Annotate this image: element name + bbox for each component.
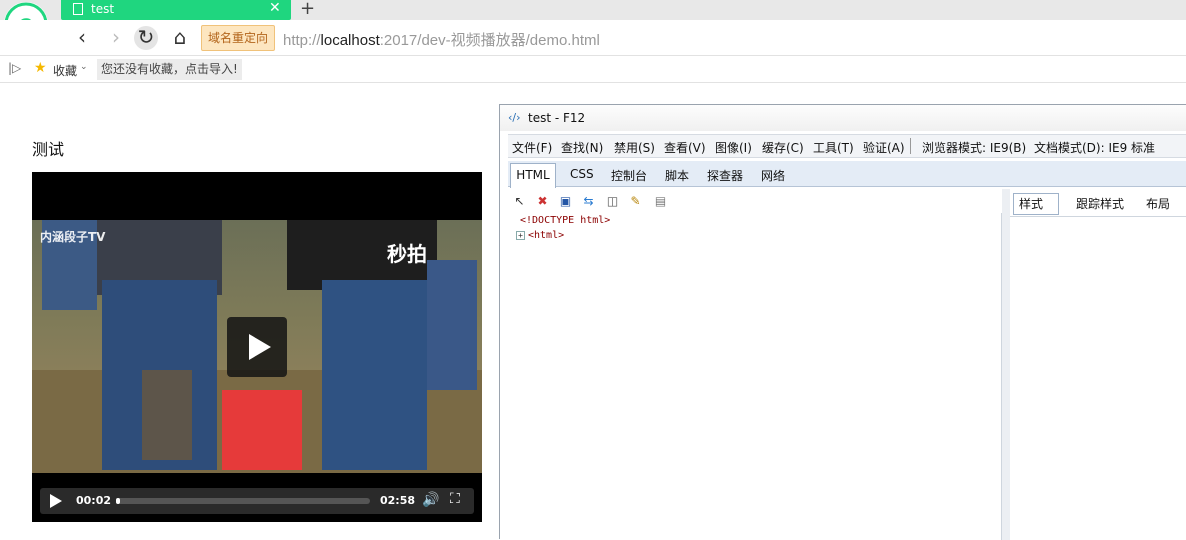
total-time: 02:58 (380, 494, 416, 507)
menu-view[interactable]: 查看(V) (664, 139, 706, 156)
browser-tab-active[interactable]: test ✕ (61, 0, 291, 20)
domain-redirect-badge[interactable]: 域名重定向 (201, 25, 276, 51)
tab-close-icon[interactable]: ✕ (269, 0, 281, 16)
watermark-right: 秒拍 (387, 242, 427, 266)
address-bar-row: ‹ › ↻ ⌂ 域名重定向 http://localhost:2017/dev-… (0, 20, 1186, 56)
play-icon[interactable] (50, 494, 62, 508)
clear-icon[interactable]: ✖ (535, 194, 550, 209)
back-button[interactable]: ‹ (70, 26, 94, 50)
url-field[interactable]: http://localhost:2017/dev-视频播放器/demo.htm… (283, 29, 600, 50)
menu-file[interactable]: 文件(F) (512, 139, 552, 156)
video-controls: 00:02 02:58 🔊 ⛶ (40, 488, 474, 514)
forward-button[interactable]: › (104, 26, 128, 50)
tree-node-html-label: <html> (528, 230, 565, 241)
tab-console[interactable]: 控制台 (611, 167, 647, 184)
url-host: localhost (320, 32, 380, 49)
fullscreen-icon[interactable]: ⛶ (450, 491, 460, 507)
devtools-window: ‹/› test - F12 文件(F) 查找(N) 禁用(S) 查看(V) 图… (499, 104, 1186, 540)
menu-validate[interactable]: 验证(A) (863, 139, 905, 156)
tab-title: test (91, 2, 115, 16)
new-tab-button[interactable]: + (300, 0, 315, 19)
video-player[interactable]: 内涵段子TV 秒拍 00:02 02:58 🔊 ⛶ (32, 172, 482, 522)
devtools-toolbar: ↖ ✖ ▣ ⇆ ◫ ✎ ▤ (508, 189, 1002, 213)
tab-html[interactable]: HTML (510, 163, 556, 188)
home-button[interactable]: ⌂ (168, 26, 192, 50)
url-scheme: http:// (283, 32, 321, 49)
tree-node-doctype[interactable]: <!DOCTYPE html> (520, 215, 610, 226)
devtools-tabbar: HTML CSS 控制台 脚本 探查器 网络 (508, 161, 1186, 188)
tab-network[interactable]: 网络 (761, 167, 785, 184)
edit-icon[interactable]: ✎ (628, 194, 643, 209)
tab-styles[interactable]: 样式 (1013, 193, 1059, 215)
bookmark-bar: |▷ ★ 收藏 ⌄ 您还没有收藏，点击导入! (0, 57, 1186, 83)
save-icon[interactable]: ▣ (558, 194, 573, 209)
current-time: 00:02 (76, 494, 112, 507)
chevron-down-icon[interactable]: ⌄ (80, 62, 88, 72)
progress-fill (116, 498, 120, 504)
document-icon (73, 3, 83, 15)
tree-node-html[interactable]: + <html> (516, 230, 564, 241)
style-pane-tabs: 样式 跟踪样式 布局 (1010, 189, 1186, 217)
watermark-left: 内涵段子TV (40, 230, 106, 244)
menu-disable[interactable]: 禁用(S) (614, 139, 655, 156)
page-title: 测试 (32, 140, 65, 159)
tree-expand-icon[interactable]: + (516, 230, 525, 240)
menu-tools[interactable]: 工具(T) (813, 139, 854, 156)
menu-find[interactable]: 查找(N) (561, 139, 603, 156)
sidebar-toggle-icon[interactable]: |▷ (8, 61, 21, 75)
dom-tree: <!DOCTYPE html> + <html> (508, 213, 1002, 540)
menu-document-mode[interactable]: 文档模式(D): IE9 标准 (1034, 139, 1155, 156)
menu-separator (910, 138, 911, 154)
tab-layout[interactable]: 布局 (1146, 195, 1170, 212)
tab-css[interactable]: CSS (570, 167, 594, 181)
tab-profiler[interactable]: 探查器 (707, 167, 743, 184)
volume-icon[interactable]: 🔊 (422, 492, 439, 508)
tab-trace-styles[interactable]: 跟踪样式 (1076, 195, 1124, 212)
menu-browser-mode[interactable]: 浏览器模式: IE9(B) (922, 139, 1026, 156)
word-wrap-icon[interactable]: ◫ (605, 194, 620, 209)
f12-icon: ‹/› (508, 111, 521, 124)
devtools-title: test - F12 (528, 111, 586, 125)
play-overlay-button[interactable] (227, 317, 287, 377)
favorites-button[interactable]: 收藏 (53, 62, 77, 79)
devtools-menubar: 文件(F) 查找(N) 禁用(S) 查看(V) 图像(I) 缓存(C) 工具(T… (508, 134, 1186, 158)
select-element-icon[interactable]: ↖ (512, 194, 527, 209)
url-path: :2017/dev-视频播放器/demo.html (379, 32, 600, 49)
menu-cache[interactable]: 缓存(C) (762, 139, 804, 156)
refresh-icon[interactable]: ⇆ (581, 194, 596, 209)
dom-icon[interactable]: ▤ (653, 194, 668, 209)
star-icon[interactable]: ★ (34, 60, 47, 76)
reload-button[interactable]: ↻ (134, 26, 158, 50)
progress-bar[interactable] (116, 498, 370, 504)
devtools-titlebar: ‹/› test - F12 (500, 105, 1186, 131)
menu-images[interactable]: 图像(I) (715, 139, 752, 156)
tab-script[interactable]: 脚本 (665, 167, 689, 184)
import-favorites-link[interactable]: 您还没有收藏，点击导入! (97, 59, 242, 80)
pane-splitter[interactable] (1002, 189, 1010, 540)
